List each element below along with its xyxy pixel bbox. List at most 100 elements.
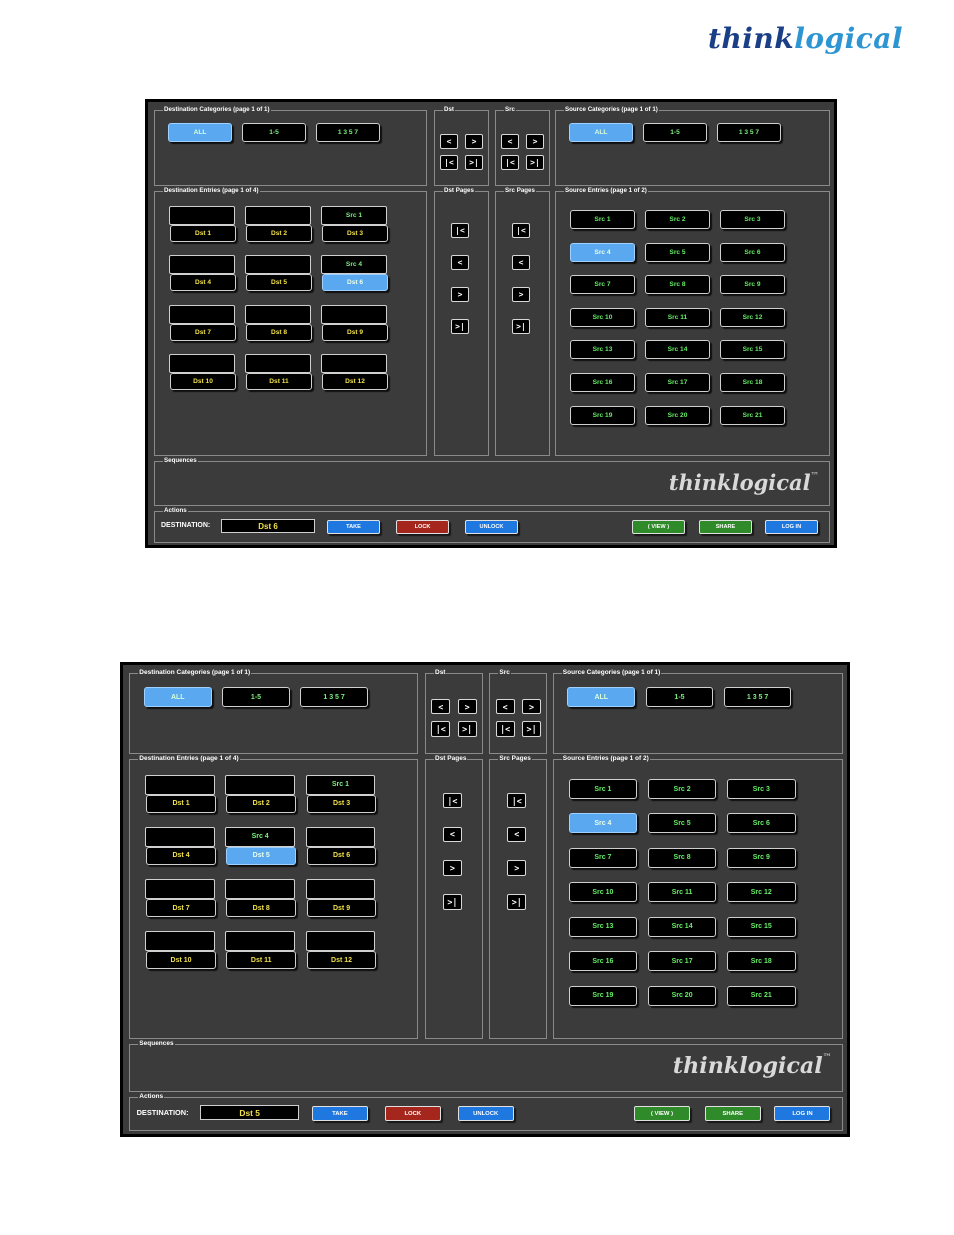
src-last-button[interactable]: >| <box>522 720 542 737</box>
destination-button[interactable]: Dst 10 <box>170 373 236 390</box>
source-button[interactable]: Src 5 <box>647 813 717 834</box>
source-category-1357[interactable]: 1 3 5 7 <box>717 123 781 142</box>
source-button[interactable]: Src 2 <box>647 779 717 800</box>
login-button[interactable]: LOG IN <box>774 1106 831 1122</box>
destination-button[interactable]: Dst 6 <box>322 274 388 291</box>
destination-button[interactable]: Dst 1 <box>146 794 216 813</box>
destination-button[interactable]: Dst 10 <box>146 951 216 970</box>
dest-category-1357[interactable]: 1 3 5 7 <box>300 687 368 708</box>
source-category-all[interactable]: ALL <box>567 687 636 708</box>
source-button[interactable]: Src 17 <box>645 373 710 392</box>
src-first-button[interactable]: |< <box>495 720 515 737</box>
dest-category-1-5[interactable]: 1-5 <box>242 123 306 142</box>
dst-first-button[interactable]: |< <box>440 155 458 170</box>
source-button[interactable]: Src 19 <box>570 405 635 425</box>
source-button[interactable]: Src 1 <box>568 779 638 800</box>
src-first-button[interactable]: |< <box>501 155 519 170</box>
destination-entry[interactable]: Dst 12 <box>321 354 391 390</box>
source-button[interactable]: Src 17 <box>647 951 717 972</box>
destination-entry[interactable]: Src 4 Dst 6 <box>321 255 391 291</box>
dst-first-button[interactable]: |< <box>431 720 451 737</box>
source-button[interactable]: Src 9 <box>720 275 785 295</box>
source-button[interactable]: Src 7 <box>568 847 638 868</box>
destination-entry[interactable]: Src 1 Dst 3 <box>321 206 391 242</box>
source-button[interactable]: Src 16 <box>568 951 638 972</box>
destination-button[interactable]: Dst 4 <box>170 274 236 291</box>
source-button[interactable]: Src 10 <box>568 882 638 903</box>
dst-pages-prev-button[interactable]: < <box>451 255 469 270</box>
source-button[interactable]: Src 8 <box>647 847 717 868</box>
destination-button[interactable]: Dst 9 <box>306 899 377 918</box>
share-button[interactable]: SHARE <box>704 1106 761 1122</box>
take-button[interactable]: TAKE <box>311 1106 368 1122</box>
source-button[interactable]: Src 6 <box>726 813 796 834</box>
src-pages-first-button[interactable]: |< <box>512 223 530 238</box>
destination-entry[interactable]: Dst 12 <box>305 931 380 970</box>
source-button[interactable]: Src 8 <box>645 275 710 295</box>
lock-button[interactable]: LOCK <box>384 1106 441 1122</box>
dest-category-all[interactable]: ALL <box>143 687 212 708</box>
source-button[interactable]: Src 21 <box>720 405 785 425</box>
lock-button[interactable]: LOCK <box>396 520 449 534</box>
dst-last-button[interactable]: >| <box>465 155 483 170</box>
destination-entry[interactable]: Dst 10 <box>145 931 219 970</box>
destination-entry[interactable]: Dst 4 <box>169 255 239 291</box>
dst-prev-button[interactable]: < <box>431 698 451 715</box>
dst-last-button[interactable]: >| <box>457 720 477 737</box>
dest-category-1357[interactable]: 1 3 5 7 <box>316 123 380 142</box>
destination-entry[interactable]: Src 1 Dst 3 <box>305 774 380 813</box>
source-button[interactable]: Src 18 <box>726 951 796 972</box>
dst-prev-button[interactable]: < <box>440 134 458 149</box>
destination-button[interactable]: Dst 6 <box>306 846 377 865</box>
view-button[interactable]: ( VIEW ) <box>633 1106 690 1122</box>
destination-button[interactable]: Dst 3 <box>322 225 388 242</box>
destination-entry[interactable]: Dst 7 <box>169 305 239 341</box>
src-pages-prev-button[interactable]: < <box>512 255 530 270</box>
source-button[interactable]: Src 13 <box>568 916 638 937</box>
source-button[interactable]: Src 13 <box>570 340 635 360</box>
destination-entry[interactable]: Dst 11 <box>245 354 315 390</box>
source-button[interactable]: Src 16 <box>570 373 635 392</box>
src-next-button[interactable]: > <box>522 698 542 715</box>
destination-button[interactable]: Dst 9 <box>322 324 388 341</box>
destination-button[interactable]: Dst 12 <box>306 951 377 970</box>
dst-pages-next-button[interactable]: > <box>451 287 469 302</box>
destination-button[interactable]: Dst 7 <box>170 324 236 341</box>
src-pages-next-button[interactable]: > <box>512 287 530 302</box>
source-button[interactable]: Src 5 <box>645 242 710 262</box>
share-button[interactable]: SHARE <box>699 520 752 534</box>
unlock-button[interactable]: UNLOCK <box>465 520 518 534</box>
destination-entry[interactable]: Dst 10 <box>169 354 239 390</box>
destination-entry[interactable]: Dst 9 <box>321 305 391 341</box>
destination-entry[interactable]: Src 4 Dst 5 <box>225 826 299 865</box>
source-category-1-5[interactable]: 1-5 <box>645 687 714 708</box>
destination-entry[interactable]: Dst 8 <box>225 879 299 918</box>
source-button[interactable]: Src 21 <box>726 985 796 1006</box>
destination-entry[interactable]: Dst 4 <box>145 826 219 865</box>
view-button[interactable]: ( VIEW ) <box>632 520 685 534</box>
source-button[interactable]: Src 3 <box>720 210 785 229</box>
src-pages-first-button[interactable]: |< <box>507 792 527 809</box>
destination-button[interactable]: Dst 8 <box>246 324 312 341</box>
dst-pages-last-button[interactable]: >| <box>442 894 462 910</box>
destination-entry[interactable]: Dst 11 <box>225 931 299 970</box>
dst-pages-next-button[interactable]: > <box>442 860 462 877</box>
source-button[interactable]: Src 4 <box>570 242 635 262</box>
destination-button[interactable]: Dst 5 <box>246 274 312 291</box>
dest-category-1-5[interactable]: 1-5 <box>222 687 290 708</box>
destination-button[interactable]: Dst 11 <box>226 951 297 970</box>
source-button[interactable]: Src 10 <box>570 307 635 327</box>
src-pages-last-button[interactable]: >| <box>507 894 527 910</box>
destination-button[interactable]: Dst 11 <box>246 373 312 390</box>
destination-button[interactable]: Dst 8 <box>226 899 297 918</box>
src-prev-button[interactable]: < <box>495 698 515 715</box>
source-button[interactable]: Src 4 <box>568 813 638 834</box>
destination-button[interactable]: Dst 1 <box>170 225 236 242</box>
destination-entry[interactable]: Dst 1 <box>169 206 239 242</box>
source-button[interactable]: Src 19 <box>568 985 638 1006</box>
source-button[interactable]: Src 11 <box>647 882 717 903</box>
source-button[interactable]: Src 3 <box>726 779 796 800</box>
destination-button[interactable]: Dst 3 <box>306 794 377 813</box>
destination-button[interactable]: Dst 2 <box>246 225 312 242</box>
destination-entry[interactable]: Dst 6 <box>305 826 380 865</box>
